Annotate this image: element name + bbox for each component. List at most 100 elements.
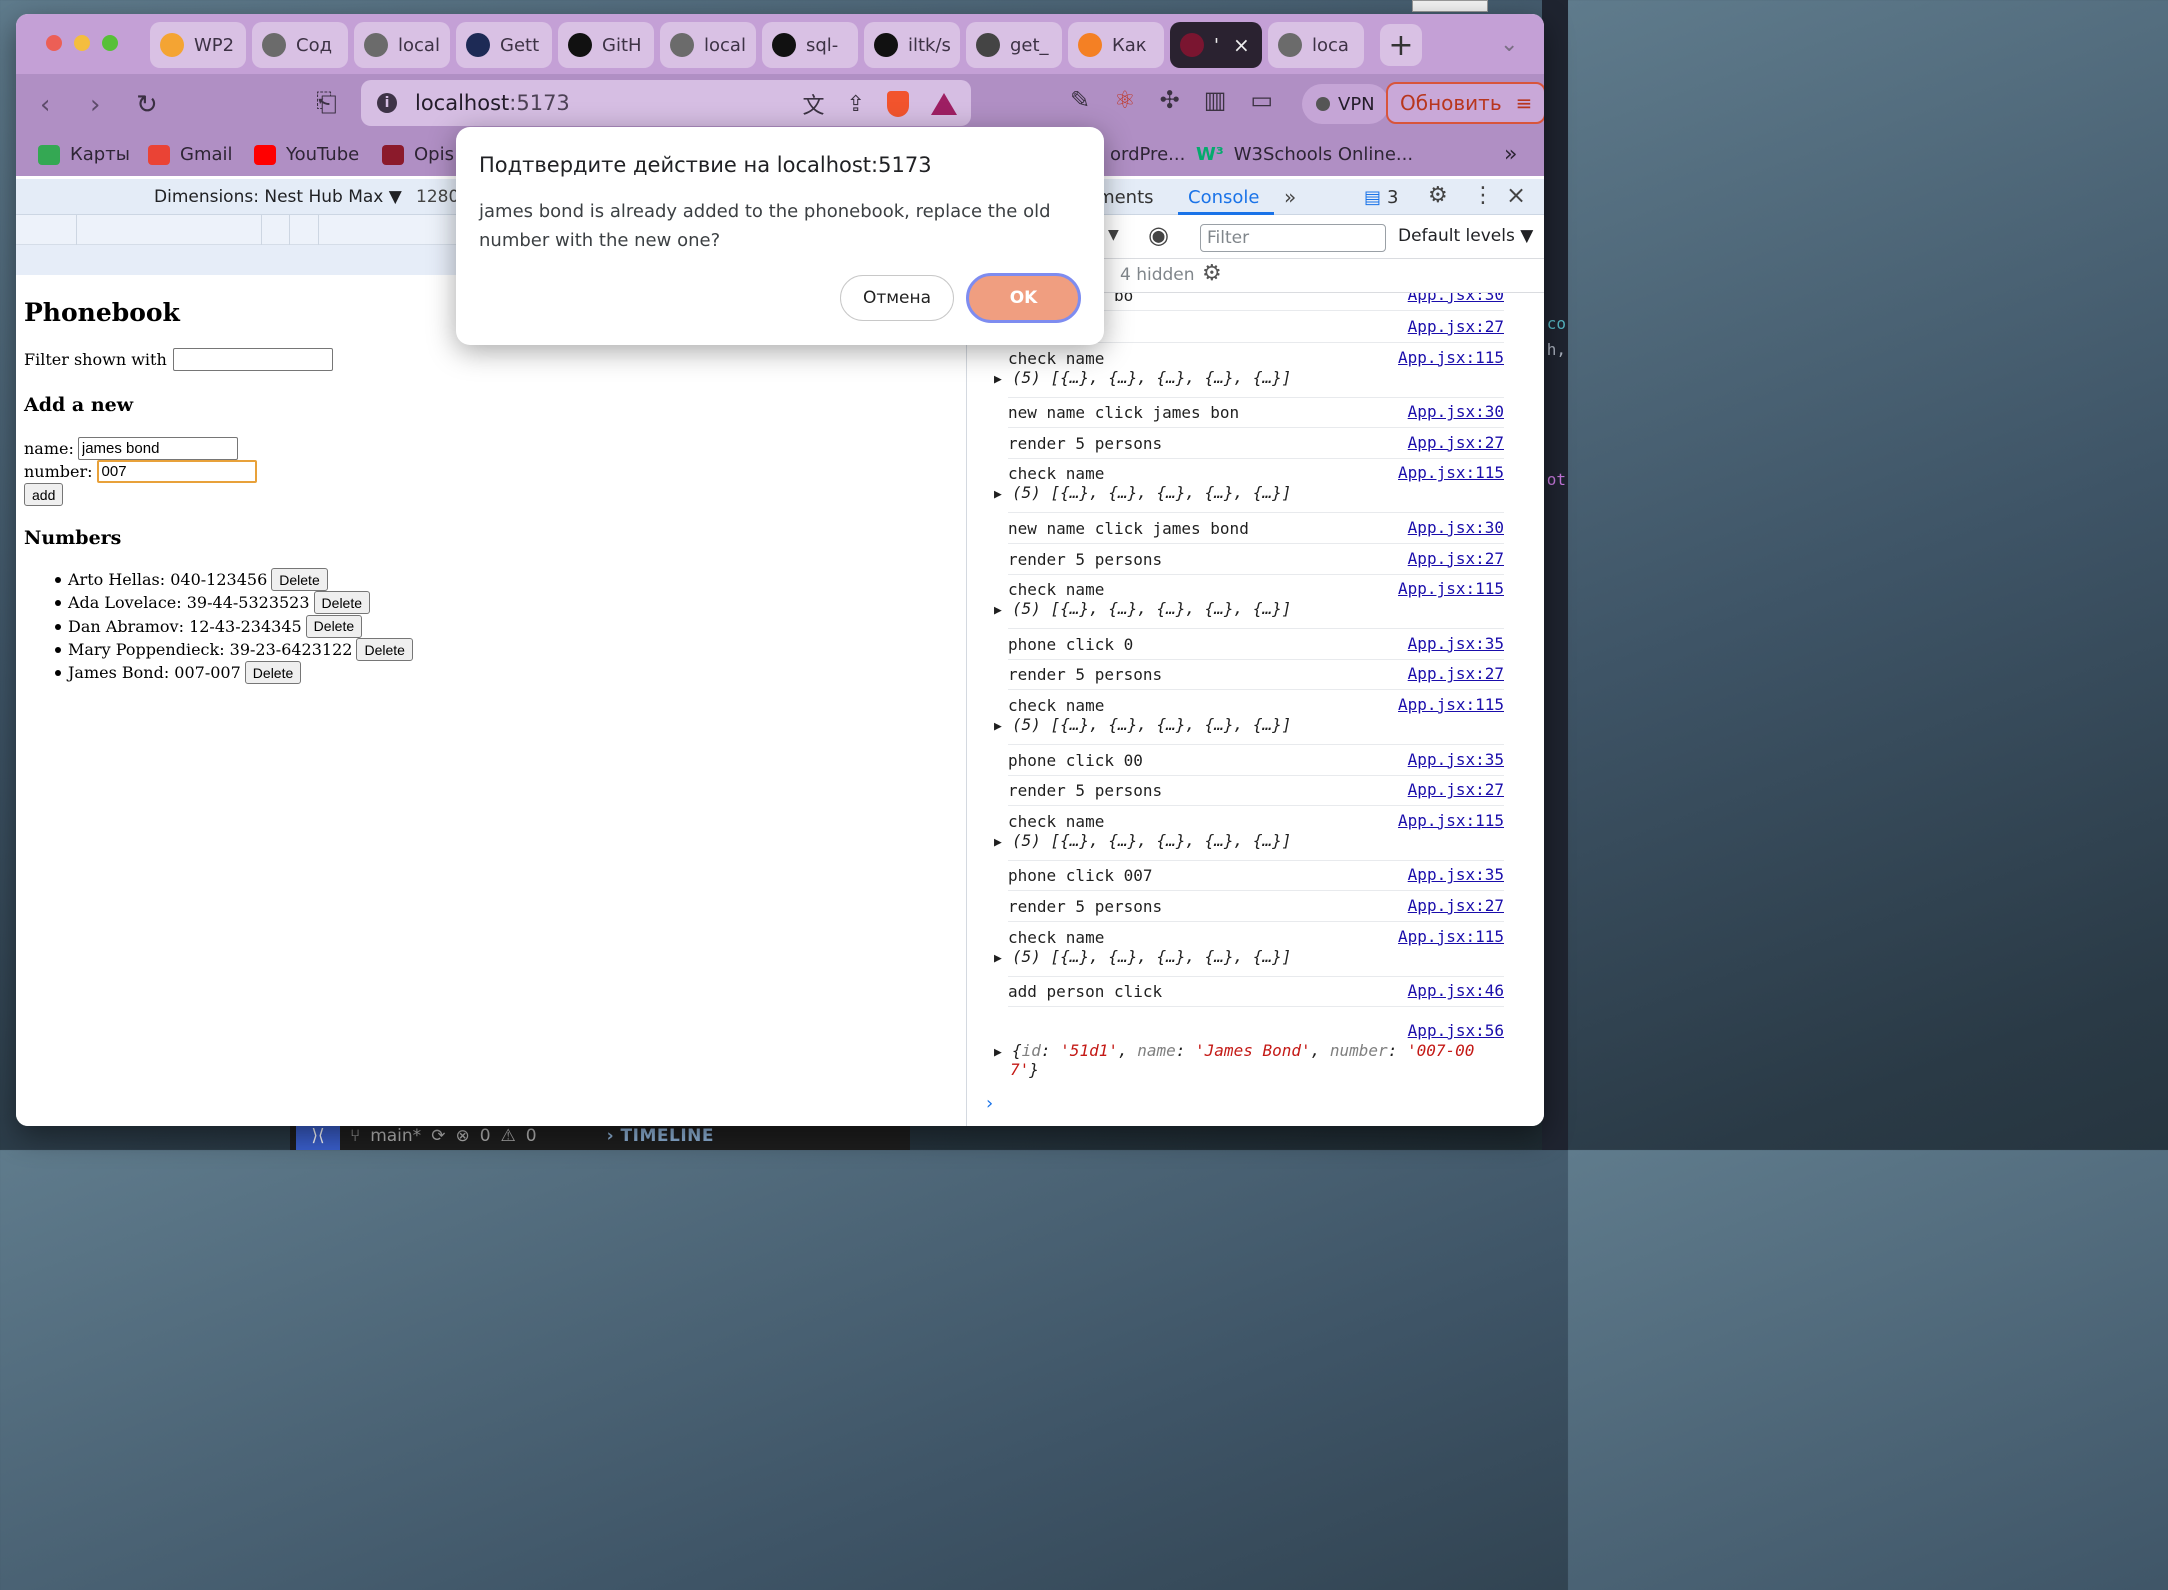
tab-search-chevron-icon[interactable]: ⌄ — [1500, 32, 1518, 57]
settings-gear-icon[interactable]: ⚙ — [1428, 183, 1448, 208]
browser-tab[interactable]: Сод — [252, 22, 348, 68]
log-array[interactable]: ▶ (5) [{…}, {…}, {…}, {…}, {…}] — [994, 831, 1504, 850]
log-array[interactable]: ▶ (5) [{…}, {…}, {…}, {…}, {…}] — [994, 599, 1504, 618]
wallet-icon[interactable]: ▭ — [1250, 86, 1273, 114]
react-devtools-icon[interactable]: ⚛ — [1114, 86, 1136, 114]
tab-console[interactable]: Console — [1188, 187, 1259, 208]
device-width-input[interactable]: 1280 — [416, 187, 459, 207]
cancel-button[interactable]: Отмена — [840, 275, 954, 321]
bookmark-maps[interactable]: Карты — [38, 144, 130, 165]
browser-tab[interactable]: Gett — [456, 22, 552, 68]
expand-triangle-icon[interactable]: ▶ — [994, 1045, 1012, 1060]
ok-button[interactable]: OK — [966, 273, 1081, 323]
bookmark-wordpress[interactable]: ordPre... — [1110, 144, 1185, 165]
log-source-link[interactable]: App.jsx:56 — [1408, 1021, 1504, 1040]
expand-triangle-icon[interactable]: ▶ — [994, 372, 1012, 387]
log-source-link[interactable]: App.jsx:27 — [1408, 317, 1504, 336]
log-source-link[interactable]: App.jsx:27 — [1408, 433, 1504, 452]
zoom-window-button[interactable] — [102, 35, 118, 51]
bookmark-youtube[interactable]: YouTube — [254, 144, 359, 165]
site-info-icon[interactable]: i — [377, 93, 397, 113]
browser-tab[interactable]: WP2 — [150, 22, 246, 68]
brave-shields-icon[interactable] — [887, 91, 909, 117]
sync-icon[interactable]: ⟳ — [431, 1126, 445, 1146]
translate-icon[interactable]: 文 — [803, 88, 825, 120]
log-source-link[interactable]: App.jsx:115 — [1398, 463, 1504, 482]
log-source-link[interactable]: App.jsx:46 — [1408, 981, 1504, 1000]
log-source-link[interactable]: App.jsx:35 — [1408, 750, 1504, 769]
browser-tab[interactable]: iltk/s — [864, 22, 960, 68]
browser-tab[interactable]: loca — [1268, 22, 1364, 68]
log-source-link[interactable]: App.jsx:27 — [1408, 664, 1504, 683]
sidebar-icon[interactable]: ▥ — [1204, 86, 1227, 114]
bookmark-gmail[interactable]: Gmail — [148, 144, 233, 165]
log-source-link[interactable]: App.jsx:35 — [1408, 865, 1504, 884]
browser-tab[interactable]: ' × — [1170, 22, 1262, 68]
context-dropdown-icon[interactable]: ▼ — [1108, 227, 1119, 243]
delete-button[interactable]: Delete — [313, 591, 371, 615]
log-array[interactable]: ▶ (5) [{…}, {…}, {…}, {…}, {…}] — [994, 368, 1504, 387]
close-devtools-icon[interactable]: × — [1506, 181, 1526, 209]
browser-tab[interactable]: sql- — [762, 22, 858, 68]
more-bookmarks-button[interactable]: » — [1504, 142, 1517, 167]
brave-rewards-icon[interactable] — [931, 93, 957, 115]
log-source-link[interactable]: App.jsx:115 — [1398, 348, 1504, 367]
forward-arrow-icon[interactable]: › — [90, 90, 100, 120]
log-array[interactable]: ▶ (5) [{…}, {…}, {…}, {…}, {…}] — [994, 483, 1504, 502]
log-levels-dropdown[interactable]: Default levels ▼ — [1398, 226, 1533, 246]
close-window-button[interactable] — [46, 35, 62, 51]
log-source-link[interactable]: App.jsx:115 — [1398, 811, 1504, 830]
console-settings-gear-icon[interactable]: ⚙ — [1202, 261, 1222, 286]
add-button[interactable]: add — [24, 483, 64, 506]
update-button[interactable]: Обновить ≡ — [1386, 82, 1544, 124]
log-source-link[interactable]: App.jsx:27 — [1408, 549, 1504, 568]
log-object-line[interactable]: ▶ {id: '51d1', name: 'James Bond', number… — [994, 1041, 1504, 1060]
delete-button[interactable]: Delete — [244, 661, 302, 685]
address-bar[interactable]: i localhost:5173 文 ⇪ — [361, 80, 971, 126]
error-count[interactable]: 0 — [480, 1126, 491, 1146]
warning-count[interactable]: 0 — [526, 1126, 537, 1146]
log-array[interactable]: ▶ (5) [{…}, {…}, {…}, {…}, {…}] — [994, 947, 1504, 966]
number-input[interactable] — [96, 460, 257, 483]
browser-tab[interactable]: GitH — [558, 22, 654, 68]
reload-icon[interactable]: ↻ — [136, 90, 158, 120]
console-filter-input[interactable]: Filter — [1200, 224, 1386, 252]
branch-label[interactable]: main* — [370, 1126, 421, 1146]
log-source-link[interactable]: App.jsx:35 — [1408, 634, 1504, 653]
bookmark-opis[interactable]: Opis — [382, 144, 454, 165]
eyedropper-icon[interactable]: ✎ — [1070, 86, 1090, 114]
delete-button[interactable]: Delete — [305, 614, 363, 638]
browser-tab[interactable]: local — [660, 22, 756, 68]
messages-counter[interactable]: ▤ 3 — [1364, 187, 1398, 208]
expand-triangle-icon[interactable]: ▶ — [994, 603, 1012, 618]
more-tabs-button[interactable]: » — [1284, 185, 1296, 209]
expand-triangle-icon[interactable]: ▶ — [994, 719, 1012, 734]
back-arrow-icon[interactable]: ‹ — [40, 90, 50, 120]
expand-triangle-icon[interactable]: ▶ — [994, 951, 1012, 966]
remote-indicator-icon[interactable]: ⟩⟨ — [296, 1122, 340, 1150]
vpn-button[interactable]: VPN — [1302, 84, 1389, 124]
new-tab-button[interactable]: + — [1380, 24, 1422, 66]
live-expression-eye-icon[interactable]: ◉ — [1148, 221, 1169, 249]
log-source-link[interactable]: App.jsx:30 — [1408, 293, 1504, 304]
name-input[interactable] — [77, 437, 238, 460]
delete-button[interactable]: Delete — [271, 568, 328, 592]
kebab-menu-icon[interactable]: ⋮ — [1472, 183, 1494, 208]
bookmark-icon[interactable]: ⎗ — [316, 88, 337, 119]
browser-tab[interactable]: local — [354, 22, 450, 68]
filter-input[interactable] — [172, 348, 333, 371]
devtools-divider[interactable] — [966, 276, 967, 1126]
log-source-link[interactable]: App.jsx:27 — [1408, 896, 1504, 915]
hidden-messages-count[interactable]: 4 hidden — [1120, 265, 1195, 285]
log-source-link[interactable]: App.jsx:115 — [1398, 927, 1504, 946]
share-icon[interactable]: ⇪ — [847, 92, 865, 117]
log-source-link[interactable]: App.jsx:30 — [1408, 402, 1504, 421]
expand-triangle-icon[interactable]: ▶ — [994, 835, 1012, 850]
device-dimensions-select[interactable]: Dimensions: Nest Hub Max ▼ — [154, 187, 402, 207]
bookmark-w3schools[interactable]: W³ W3Schools Online... — [1196, 144, 1413, 165]
expand-triangle-icon[interactable]: ▶ — [994, 487, 1012, 502]
browser-tab[interactable]: Как — [1068, 22, 1164, 68]
log-source-link[interactable]: App.jsx:115 — [1398, 695, 1504, 714]
log-source-link[interactable]: App.jsx:115 — [1398, 579, 1504, 598]
log-source-link[interactable]: App.jsx:27 — [1408, 780, 1504, 799]
